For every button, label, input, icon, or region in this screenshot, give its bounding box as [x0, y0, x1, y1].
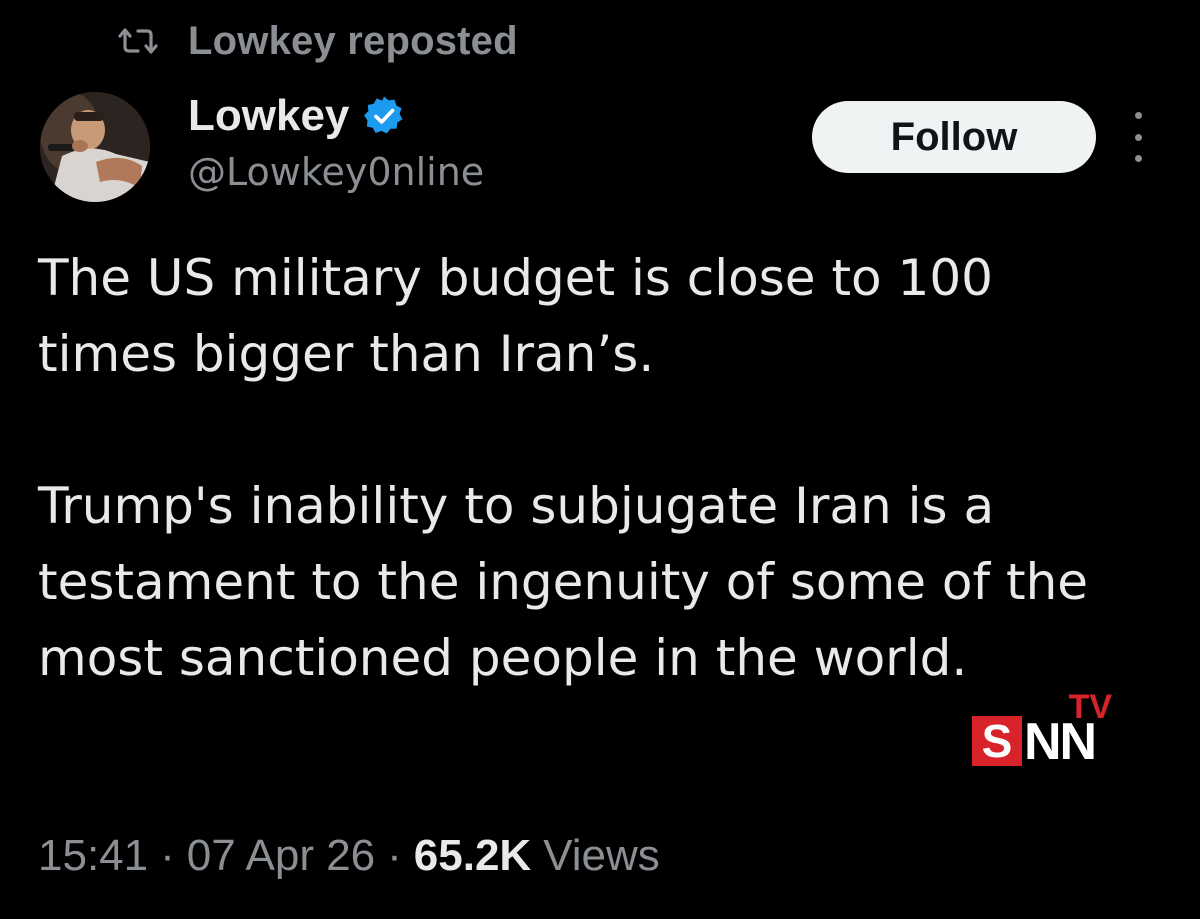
repost-icon — [118, 28, 158, 54]
avatar-image — [40, 92, 150, 202]
repost-label: Lowkey reposted — [188, 18, 518, 63]
meta-separator: · — [160, 831, 175, 880]
more-options-icon[interactable] — [1124, 112, 1152, 162]
tweet-meta: 15:41 · 07 Apr 26 · 65.2K Views — [38, 826, 660, 886]
avatar[interactable] — [40, 92, 150, 202]
author-info: Lowkey @Lowkey0nline — [188, 86, 484, 194]
tweet-paragraph: Trump's inability to subjugate Iran is a… — [38, 477, 1089, 687]
repost-indicator[interactable]: Lowkey reposted — [118, 16, 518, 66]
snn-tv-watermark: TV S NN — [972, 688, 1120, 771]
verified-badge-icon — [364, 96, 403, 134]
watermark-s: S — [972, 715, 1022, 767]
views-label: Views — [543, 831, 660, 880]
watermark-nn: NN — [1024, 713, 1097, 771]
meta-separator: · — [387, 831, 402, 880]
follow-button[interactable]: Follow — [812, 101, 1096, 173]
author-name-row: Lowkey — [188, 86, 484, 146]
more-dot — [1134, 133, 1142, 141]
tweet-screen: Lowkey reposted Lowkey @Lowkey0nline Fol… — [0, 0, 1200, 919]
views-count[interactable]: 65.2K — [414, 831, 531, 881]
tweet-time[interactable]: 15:41 — [38, 831, 148, 881]
tweet-paragraph: The US military budget is close to 100 t… — [38, 249, 993, 383]
tweet-text: The US military budget is close to 100 t… — [38, 240, 1128, 696]
more-dot — [1134, 155, 1142, 162]
author-handle[interactable]: @Lowkey0nline — [188, 150, 484, 194]
more-dot — [1134, 112, 1142, 119]
display-name[interactable]: Lowkey — [188, 91, 349, 141]
tweet-date[interactable]: 07 Apr 26 — [187, 831, 375, 881]
